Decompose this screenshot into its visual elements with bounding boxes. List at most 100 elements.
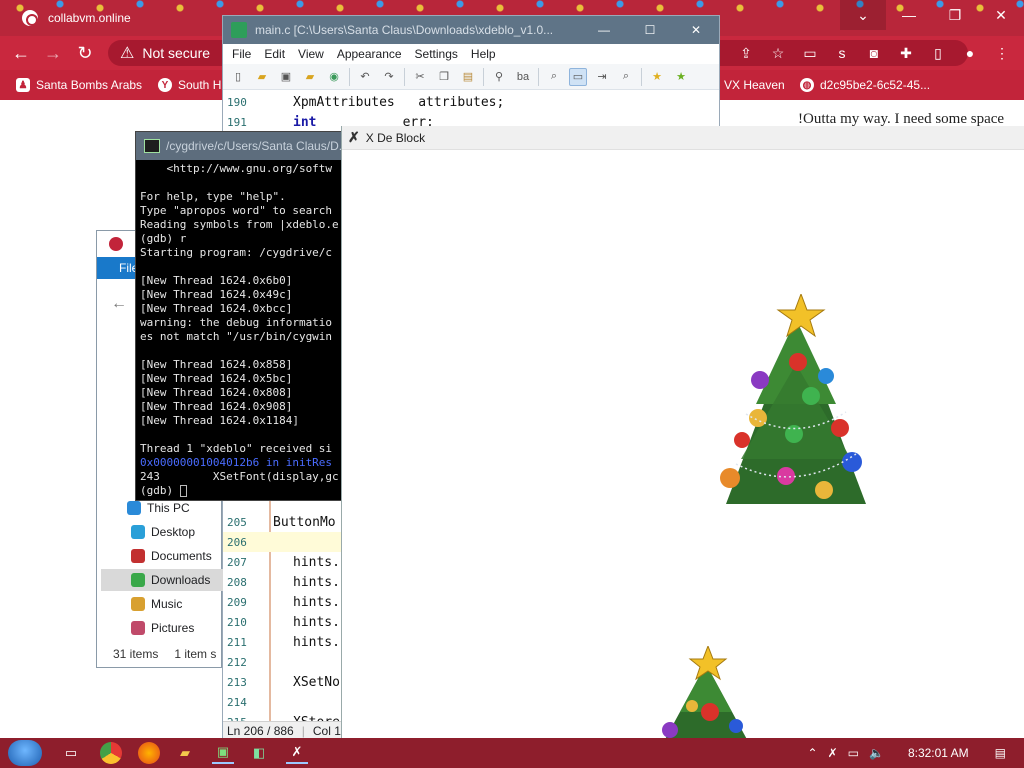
restore-button[interactable]: ❐ <box>932 0 978 30</box>
menu-file[interactable]: File <box>232 47 251 61</box>
tab-search-icon[interactable]: ⌄ <box>840 0 886 30</box>
profile-avatar-icon[interactable]: ● <box>960 43 980 63</box>
terminal-cursor <box>179 485 187 497</box>
bookmark-item[interactable]: VX Heaven <box>724 76 785 94</box>
code-text: attributes; <box>394 94 505 110</box>
save-icon[interactable]: ▣ <box>277 68 295 86</box>
nav-item-music[interactable]: Music <box>101 593 223 615</box>
terminal-line: Thread 1 "xdeblo" received si <box>140 442 333 455</box>
gdb-terminal-window[interactable]: /cygdrive/c/Users/Santa Claus/D... <http… <box>135 131 347 501</box>
menu-view[interactable]: View <box>298 47 324 61</box>
music-icon <box>131 597 145 611</box>
menu-appearance[interactable]: Appearance <box>337 47 402 61</box>
bookmark-item[interactable]: ◍ d2c95be2-6c52-45... <box>800 76 930 94</box>
mask-extension-icon[interactable]: ◙ <box>864 43 884 63</box>
line-number: 207 <box>227 555 247 569</box>
menu-settings[interactable]: Settings <box>415 47 458 61</box>
x-logo-icon: ✗ <box>348 129 360 145</box>
reload-file-icon[interactable]: ◉ <box>325 68 343 86</box>
add-favorite-icon[interactable]: ★ <box>672 68 690 86</box>
word-wrap-icon[interactable]: ▭ <box>569 67 587 86</box>
forward-icon[interactable]: → <box>42 42 64 64</box>
editor-maximize-button[interactable]: ☐ <box>627 16 673 44</box>
menu-help[interactable]: Help <box>471 47 496 61</box>
line-number: 205 <box>227 515 247 529</box>
cut-icon[interactable]: ✂ <box>411 68 429 86</box>
flag-extension-icon[interactable]: ▭ <box>800 43 820 63</box>
start-button[interactable] <box>8 740 42 766</box>
nav-item-label: This PC <box>147 501 190 515</box>
nav-item-documents[interactable]: Documents <box>101 545 223 567</box>
browser-window-controls: ⌄ — ❐ ✕ <box>840 0 1024 30</box>
editor-minimize-button[interactable]: — <box>581 16 627 44</box>
replace-icon[interactable]: ba <box>514 68 532 86</box>
toolbar-divider <box>538 67 539 86</box>
xdeblo-taskbar-icon[interactable]: ✗ <box>286 742 308 764</box>
editor-close-button[interactable]: ✕ <box>673 16 719 44</box>
toolbar-divider <box>404 67 405 86</box>
reload-icon[interactable]: ↻ <box>74 42 96 64</box>
terminal-line: warning: the debug informatio <box>140 316 333 329</box>
bookmark-item[interactable]: ♟ Santa Bombs Arabs <box>16 76 142 94</box>
bookmark-item[interactable]: Y South H <box>158 76 221 94</box>
not-secure-label: Not secure <box>142 45 211 61</box>
x-server-tray-icon[interactable]: ✗ <box>828 746 838 760</box>
explorer-status-bar: 31 items 1 item s <box>97 641 221 667</box>
redo-icon[interactable]: ↷ <box>380 68 398 86</box>
line-number: 191 <box>227 115 247 129</box>
puzzle-extensions-icon[interactable]: ✚ <box>896 43 916 63</box>
terminal-title-bar[interactable]: /cygdrive/c/Users/Santa Claus/D... <box>136 132 346 160</box>
terminal-line: Type "apropos word" to search <box>140 204 333 217</box>
open-folder-icon[interactable]: ▰ <box>253 68 271 86</box>
volume-icon[interactable]: 🔈 <box>869 746 884 760</box>
close-button[interactable]: ✕ <box>978 0 1024 30</box>
favorite-star-icon[interactable]: ★ <box>648 68 666 86</box>
back-arrow-icon[interactable]: ← <box>111 295 127 313</box>
undo-icon[interactable]: ↶ <box>356 68 374 86</box>
notification-icon[interactable]: ▤ <box>995 746 1006 760</box>
show-hidden-icons-icon[interactable]: ⌃ <box>808 746 818 760</box>
new-file-icon[interactable]: ▯ <box>229 68 247 86</box>
bookmark-label: Santa Bombs Arabs <box>36 78 143 92</box>
xdeblo-title-bar[interactable]: ✗ X De Block <box>342 126 1024 150</box>
chrome-taskbar-icon[interactable] <box>100 742 122 764</box>
line-number: 190 <box>227 95 247 109</box>
clock[interactable]: 8:32:01 AM <box>908 746 969 760</box>
network-icon[interactable]: ▭ <box>848 746 859 760</box>
s-extension-icon[interactable]: s <box>832 43 852 63</box>
firefox-taskbar-icon[interactable] <box>138 742 160 764</box>
terminal-taskbar-icon[interactable]: ▣ <box>212 742 234 764</box>
nav-item-downloads[interactable]: Downloads <box>101 569 223 591</box>
task-view-icon[interactable]: ▭ <box>60 742 82 764</box>
copy-icon[interactable]: ❐ <box>435 68 453 86</box>
editor-title-bar[interactable]: main.c [C:\Users\Santa Claus\Downloads\x… <box>223 16 719 44</box>
code-text: hints. <box>293 574 340 590</box>
back-icon[interactable]: ← <box>10 42 32 64</box>
editor-taskbar-icon[interactable]: ◧ <box>248 742 270 764</box>
search-files-icon[interactable]: ⌕ <box>617 68 635 86</box>
nav-item-label: Music <box>151 597 183 611</box>
xdeblo-window[interactable]: ✗ X De Block <box>341 126 1024 740</box>
indent-icon[interactable]: ⇥ <box>593 68 611 86</box>
file-explorer-taskbar-icon[interactable]: ▰ <box>174 742 196 764</box>
share-icon[interactable]: ⇪ <box>736 43 756 63</box>
nav-item-label: Downloads <box>151 573 211 587</box>
editor-toolbar: ▯ ▰ ▣ ▰ ◉ ↶ ↷ ✂ ❐ ▤ ⚲ ba ⌕ ▭ ⇥ ⌕ ★ ★ <box>223 64 719 90</box>
find-icon[interactable]: ⚲ <box>490 68 508 86</box>
kebab-menu-icon[interactable]: ⋮ <box>992 43 1012 63</box>
zoom-icon[interactable]: ⌕ <box>545 68 563 86</box>
nav-item-desktop[interactable]: Desktop <box>101 521 223 543</box>
bookmark-star-icon[interactable]: ☆ <box>768 43 788 63</box>
code-line[interactable]: 190 XpmAttributes attributes; <box>223 92 721 112</box>
terminal-line: <http://www.gnu.org/softw <box>140 162 333 175</box>
paste-icon[interactable]: ▤ <box>459 68 477 86</box>
globe-icon: ◍ <box>800 78 814 92</box>
nav-item-pictures[interactable]: Pictures <box>101 617 223 639</box>
minimize-button[interactable]: — <box>886 0 932 30</box>
sidebar-icon[interactable]: ▯ <box>928 43 948 63</box>
terminal-line: For help, type "help". <box>140 190 286 203</box>
warning-icon: ⚠ <box>120 45 135 62</box>
menu-edit[interactable]: Edit <box>264 47 285 61</box>
browser-tab[interactable]: collabvm.online <box>8 4 228 32</box>
save-all-icon[interactable]: ▰ <box>301 68 319 86</box>
